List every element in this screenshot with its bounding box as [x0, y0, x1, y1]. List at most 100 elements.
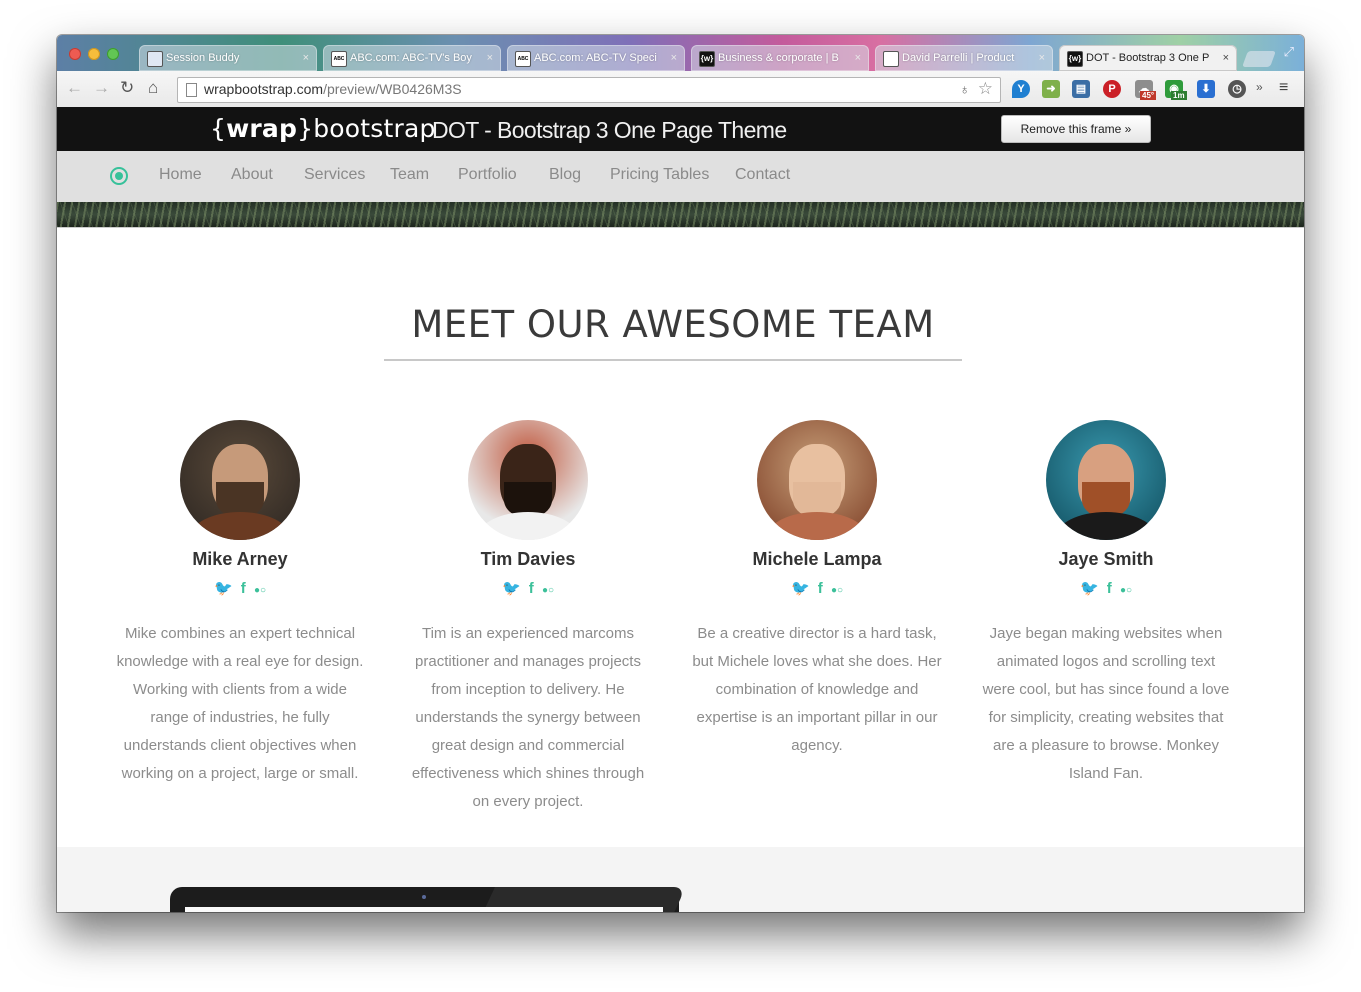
- member-bio: Mike combines an expert technical knowle…: [116, 625, 364, 782]
- home-icon[interactable]: ⌂: [148, 78, 158, 98]
- tab-business-corporate[interactable]: {w} Business & corporate | B ×: [691, 45, 869, 71]
- avatar-shoulders: [1056, 512, 1156, 540]
- tab-title: ABC.com: ABC-TV's Boy: [350, 52, 472, 64]
- avatar-shoulders: [478, 512, 578, 540]
- social-links: 🐦 f ●○: [687, 579, 947, 599]
- tab-session-buddy[interactable]: Session Buddy ×: [139, 45, 317, 71]
- extension-blue-drop-icon[interactable]: Y: [1012, 80, 1030, 98]
- nav-team[interactable]: Team: [390, 166, 429, 184]
- browser-toolbar: ← → ↻ ⌂ wrapbootstrap.com/preview/WB0426…: [57, 71, 1304, 108]
- member-name: Tim Davies: [480, 549, 576, 569]
- remove-frame-button[interactable]: Remove this frame »: [1001, 115, 1151, 143]
- logo-brace-close: }: [297, 114, 314, 143]
- nav-home[interactable]: Home: [159, 166, 202, 184]
- address-bar[interactable]: wrapbootstrap.com/preview/WB0426M3S ♁ ☆: [177, 77, 1001, 103]
- url-path: /preview/WB0426M3S: [323, 81, 462, 97]
- twitter-icon[interactable]: 🐦: [791, 579, 810, 597]
- team-member-card: Mike Arney 🐦 f ●○ Mike combines an exper…: [110, 420, 370, 788]
- forward-arrow-icon[interactable]: →: [93, 78, 110, 98]
- bookmark-star-icon[interactable]: ☆: [978, 79, 993, 99]
- avatar: [757, 420, 877, 540]
- nav-pricing-tables[interactable]: Pricing Tables: [610, 166, 709, 184]
- twitter-icon[interactable]: 🐦: [214, 579, 233, 597]
- title-divider: [384, 359, 962, 361]
- social-links: 🐦 f ●○: [398, 579, 658, 599]
- team-member-card: Jaye Smith 🐦 f ●○ Jaye began making webs…: [976, 420, 1236, 788]
- close-window-button[interactable]: [69, 48, 81, 60]
- laptop-image: [170, 887, 686, 912]
- page-icon: [186, 83, 197, 97]
- logo-bold: wrap: [226, 114, 298, 143]
- member-name: Michele Lampa: [752, 549, 882, 569]
- menu-icon[interactable]: ≡: [1279, 79, 1288, 97]
- url-domain: wrapbootstrap.com: [204, 81, 324, 97]
- close-icon[interactable]: ×: [1223, 45, 1229, 71]
- facebook-icon[interactable]: f: [818, 580, 823, 597]
- tab-title: ABC.com: ABC-TV Speci: [534, 52, 657, 64]
- avatar: [468, 420, 588, 540]
- close-icon[interactable]: ×: [855, 45, 861, 71]
- nav-services[interactable]: Services: [304, 166, 365, 184]
- extension-window-icon[interactable]: ▤: [1072, 80, 1090, 98]
- flickr-icon[interactable]: ●○: [831, 585, 843, 596]
- site-nav: Home About Services Team Portfolio Blog …: [57, 151, 1304, 202]
- clock-icon[interactable]: ◷: [1228, 80, 1246, 98]
- back-arrow-icon[interactable]: ←: [66, 78, 83, 98]
- facebook-icon[interactable]: f: [1107, 580, 1112, 597]
- page-icon: [883, 51, 899, 67]
- tab-title: David Parrelli | Product: [902, 52, 1015, 64]
- team-member-card: Michele Lampa 🐦 f ●○ Be a creative direc…: [687, 420, 947, 760]
- wrap-icon: {w}: [699, 51, 715, 67]
- abc-icon: ABC: [515, 51, 531, 67]
- laptop-camera: [422, 895, 426, 899]
- abc-icon: ABC: [331, 51, 347, 67]
- team-member-card: Tim Davies 🐦 f ●○ Tim is an experienced …: [398, 420, 658, 816]
- tab-title: Business & corporate | B: [718, 52, 839, 64]
- hero-image-strip: [57, 202, 1304, 228]
- nav-about[interactable]: About: [231, 166, 273, 184]
- reload-icon[interactable]: ↻: [120, 78, 134, 98]
- tab-dot-theme[interactable]: {w} DOT - Bootstrap 3 One P ×: [1059, 45, 1237, 71]
- extension-forward-icon[interactable]: ➜: [1042, 80, 1060, 98]
- member-bio: Tim is an experienced marcoms practition…: [411, 625, 645, 810]
- zoom-window-button[interactable]: [107, 48, 119, 60]
- tab-david-parrelli[interactable]: David Parrelli | Product ×: [875, 45, 1053, 71]
- nav-portfolio[interactable]: Portfolio: [458, 166, 517, 184]
- more-extensions-icon[interactable]: »: [1256, 80, 1263, 94]
- browser-window: Session Buddy × ABC ABC.com: ABC-TV's Bo…: [57, 35, 1304, 912]
- weather-badge: 45°: [1140, 91, 1157, 100]
- tab-abc-boy[interactable]: ABC ABC.com: ABC-TV's Boy ×: [323, 45, 501, 71]
- flickr-icon[interactable]: ●○: [1120, 585, 1132, 596]
- facebook-icon[interactable]: f: [529, 580, 534, 597]
- tab-abc-special[interactable]: ABC ABC.com: ABC-TV Speci ×: [507, 45, 685, 71]
- social-links: 🐦 f ●○: [110, 579, 370, 599]
- nav-blog[interactable]: Blog: [549, 166, 581, 184]
- flickr-icon[interactable]: ●○: [254, 585, 266, 596]
- close-icon[interactable]: ×: [487, 45, 493, 71]
- dot-logo-icon[interactable]: [110, 167, 128, 185]
- timer-badge: 1m: [1171, 91, 1187, 100]
- new-tab-button[interactable]: [1242, 51, 1276, 67]
- session-buddy-icon: [147, 51, 163, 67]
- member-name: Jaye Smith: [1058, 549, 1154, 569]
- pinterest-icon[interactable]: P: [1103, 80, 1121, 98]
- twitter-icon[interactable]: 🐦: [1080, 579, 1099, 597]
- nav-contact[interactable]: Contact: [735, 166, 790, 184]
- close-icon[interactable]: ×: [671, 45, 677, 71]
- theme-title: DOT - Bootstrap 3 One Page Theme: [432, 117, 787, 143]
- wrapbootstrap-logo[interactable]: {wrap}bootstrap: [210, 114, 436, 143]
- twitter-icon[interactable]: 🐦: [502, 579, 521, 597]
- download-icon[interactable]: ⬇: [1197, 80, 1215, 98]
- close-icon[interactable]: ×: [303, 45, 309, 71]
- section-title: MEET OUR AWESOME TEAM: [411, 303, 935, 346]
- minimize-window-button[interactable]: [88, 48, 100, 60]
- close-icon[interactable]: ×: [1039, 45, 1045, 71]
- logo-brace-open: {: [210, 114, 227, 143]
- tab-strip: Session Buddy × ABC ABC.com: ABC-TV's Bo…: [57, 35, 1304, 71]
- wrapbootstrap-bar: {wrap}bootstrap DOT - Bootstrap 3 One Pa…: [57, 107, 1304, 151]
- fullscreen-icon[interactable]: ⤢: [1284, 44, 1294, 60]
- tab-title: Session Buddy: [166, 52, 240, 64]
- lightbulb-icon[interactable]: ♁: [960, 81, 971, 97]
- flickr-icon[interactable]: ●○: [542, 585, 554, 596]
- facebook-icon[interactable]: f: [241, 580, 246, 597]
